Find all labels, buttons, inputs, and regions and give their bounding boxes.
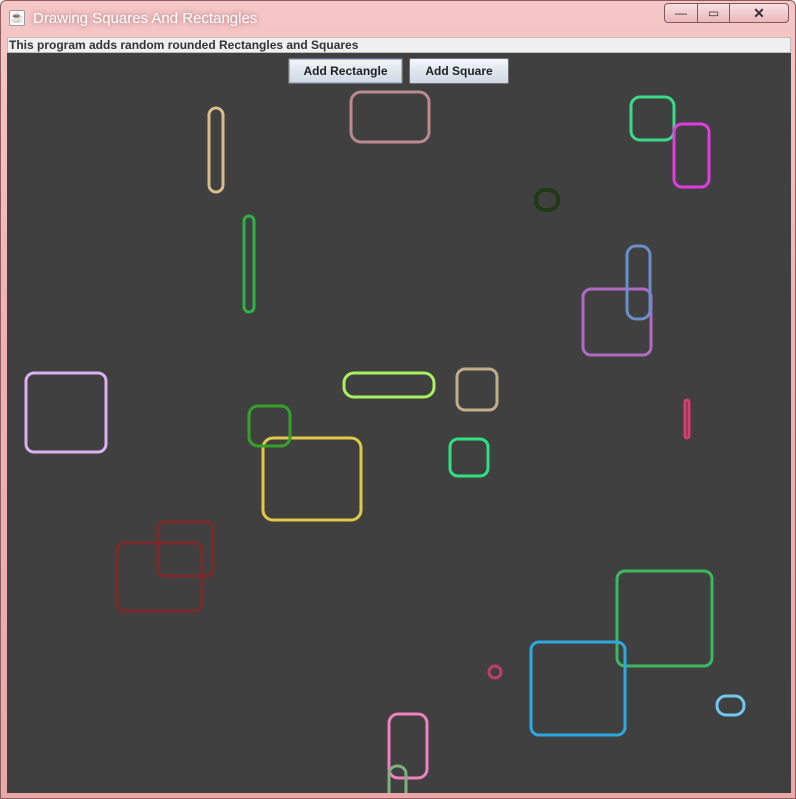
shape-rect xyxy=(672,122,711,189)
maximize-button[interactable]: ▭ xyxy=(697,3,730,23)
shape-square xyxy=(156,520,215,578)
add-square-button[interactable]: Add Square xyxy=(409,58,509,84)
shape-square xyxy=(615,569,714,668)
shape-square xyxy=(455,367,499,412)
shape-rect xyxy=(349,90,431,144)
app-window: ☕ Drawing Squares And Rectangles — ▭ ✕ T… xyxy=(0,0,796,799)
drawing-canvas[interactable]: Add Rectangle Add Square xyxy=(7,53,791,793)
shape-rect xyxy=(625,244,652,321)
shape-square xyxy=(581,287,653,357)
shape-square xyxy=(24,371,108,454)
title-bar[interactable]: ☕ Drawing Squares And Rectangles — ▭ ✕ xyxy=(1,1,795,35)
shape-square xyxy=(529,640,627,737)
info-label: This program adds random rounded Rectang… xyxy=(7,37,791,53)
content-pane: This program adds random rounded Rectang… xyxy=(7,37,791,793)
shape-rect xyxy=(387,712,429,780)
java-cup-icon[interactable]: ☕ xyxy=(9,10,25,26)
shape-square xyxy=(629,95,676,142)
window-title: Drawing Squares And Rectangles xyxy=(33,10,258,27)
shape-rect xyxy=(261,436,363,522)
close-icon: ✕ xyxy=(753,5,765,21)
shape-rect xyxy=(242,214,256,314)
shape-square xyxy=(487,664,503,680)
minimize-icon: — xyxy=(675,6,687,20)
close-button[interactable]: ✕ xyxy=(729,3,789,23)
shape-rect xyxy=(207,106,225,194)
shape-rect xyxy=(683,398,691,440)
shapes-layer xyxy=(24,90,746,793)
shape-rect xyxy=(715,694,746,717)
minimize-button[interactable]: — xyxy=(664,3,698,23)
maximize-icon: ▭ xyxy=(707,6,720,20)
shape-square xyxy=(534,188,560,212)
shape-rect xyxy=(342,371,436,399)
shape-square xyxy=(448,437,490,478)
add-rectangle-button[interactable]: Add Rectangle xyxy=(288,58,403,84)
